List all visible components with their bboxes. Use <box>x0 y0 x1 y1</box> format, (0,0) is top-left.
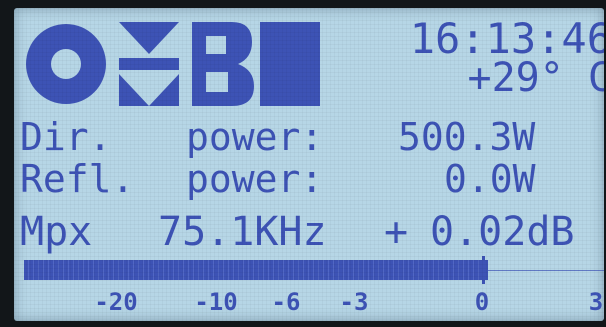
mpx-level-meter <box>24 256 604 284</box>
mpx-label: Mpx <box>20 209 93 255</box>
forward-power-value: 500.3W <box>398 115 536 159</box>
scale-tick: 3 <box>588 288 604 316</box>
scale-tick: -10 <box>194 288 238 316</box>
mpx-plus-sign: + <box>384 209 409 255</box>
temperature-readout: +29° C <box>467 55 605 101</box>
mpx-deviation: 75.1KHz <box>158 209 327 255</box>
omb-logo <box>26 22 320 106</box>
device-bezel: 16:13:46 +29° C Dir. power: 500.3W Refl.… <box>0 0 606 327</box>
clock-time: 16:13:46 <box>409 14 604 63</box>
meter-fill <box>24 260 488 280</box>
scale-tick: -6 <box>271 288 301 316</box>
forward-power-label: power: <box>186 115 324 159</box>
mpx-gain: 0.02dB <box>430 209 575 255</box>
reflected-label: Refl. <box>20 157 135 201</box>
meter-scale: -20 -10 -6 -3 0 3 <box>24 288 604 318</box>
scale-tick: -20 <box>94 288 138 316</box>
lcd-display: 16:13:46 +29° C Dir. power: 500.3W Refl.… <box>14 8 604 321</box>
reflected-power-value: 0.0W <box>444 157 536 201</box>
forward-label: Dir. <box>20 115 112 159</box>
meter-zero-marker <box>482 256 485 284</box>
scale-tick: -3 <box>339 288 369 316</box>
reflected-power-label: power: <box>186 157 324 201</box>
scale-tick: 0 <box>474 288 490 316</box>
